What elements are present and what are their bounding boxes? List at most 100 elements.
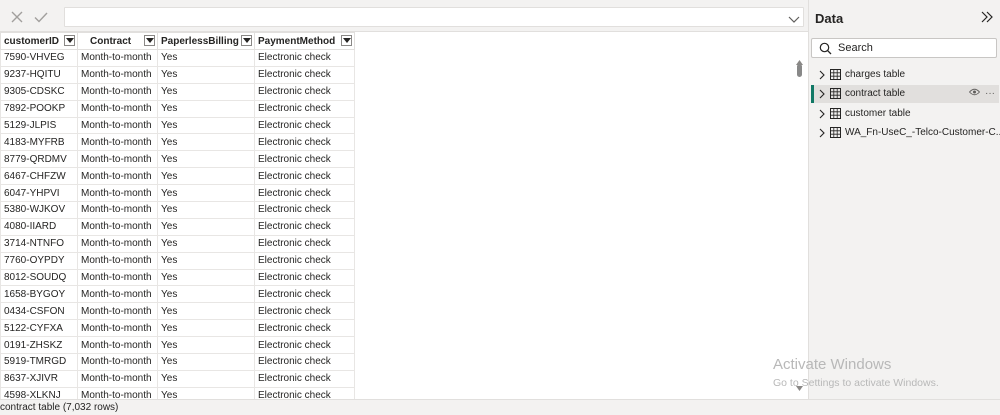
table-cell[interactable]: Yes (157, 167, 255, 186)
chevron-down-icon[interactable] (788, 11, 800, 29)
table-cell[interactable]: Yes (157, 285, 255, 304)
table-cell[interactable]: Yes (157, 49, 255, 67)
table-cell[interactable]: Electronic check (254, 150, 355, 169)
table-cell[interactable]: Electronic check (254, 251, 355, 270)
table-row[interactable]: 0191-ZHSKZ Month-to-month Yes Electronic ch… (0, 336, 355, 355)
table-cell[interactable]: Yes (157, 184, 255, 203)
table-cell[interactable]: Month-to-month (77, 201, 158, 219)
table-cell[interactable]: Yes (157, 268, 255, 287)
table-cell[interactable]: Electronic check (254, 234, 355, 253)
table-cell[interactable]: Month-to-month (77, 353, 158, 371)
filter-dropdown-icon[interactable] (241, 35, 252, 46)
table-cell[interactable]: Month-to-month (77, 234, 158, 253)
table-row[interactable]: 6047-YHPVI Month-to-month Yes Electronic ch… (0, 184, 355, 203)
table-cell[interactable]: Month-to-month (77, 99, 158, 118)
table-cell[interactable]: Month-to-month (77, 251, 158, 270)
table-cell[interactable]: Yes (157, 336, 255, 355)
table-cell[interactable]: Month-to-month (77, 116, 158, 135)
table-cell[interactable]: 5122-CYFXA (0, 319, 78, 338)
table-cell[interactable]: Month-to-month (77, 302, 158, 321)
table-cell[interactable]: Yes (157, 150, 255, 169)
table-cell[interactable]: Month-to-month (77, 167, 158, 186)
table-cell[interactable]: 4598-XLKNJ (0, 386, 78, 399)
table-row[interactable]: 9237-HQITU Month-to-month Yes Electronic ch… (0, 65, 355, 84)
table-row[interactable]: 7760-OYPDY Month-to-month Yes Electronic ch… (0, 251, 355, 270)
table-cell[interactable]: Electronic check (254, 268, 355, 287)
table-row[interactable]: 8012-SOUDQ Month-to-month Yes Electronic ch… (0, 268, 355, 287)
table-row[interactable]: 5122-CYFXA Month-to-month Yes Electronic ch… (0, 319, 355, 338)
table-row[interactable]: 7892-POOKP Month-to-month Yes Electronic ch… (0, 99, 355, 118)
table-cell[interactable]: Month-to-month (77, 268, 158, 287)
column-header-paymentmethod[interactable]: PaymentMethod (254, 32, 355, 50)
chevron-right-icon[interactable] (819, 70, 825, 83)
tree-item-customer-table[interactable]: customer table (811, 105, 999, 123)
table-cell[interactable]: 6047-YHPVI (0, 184, 78, 203)
table-cell[interactable]: 6467-CHFZW (0, 167, 78, 186)
chevron-right-icon[interactable] (819, 109, 825, 122)
tree-item-contract-table[interactable]: contract table ··· (811, 85, 999, 103)
table-cell[interactable]: Electronic check (254, 201, 355, 219)
table-cell[interactable]: Electronic check (254, 285, 355, 304)
table-cell[interactable]: 3714-NTNFO (0, 234, 78, 253)
table-cell[interactable]: Month-to-month (77, 336, 158, 355)
table-cell[interactable]: Month-to-month (77, 82, 158, 101)
table-cell[interactable]: Yes (157, 99, 255, 118)
chevron-right-icon[interactable] (819, 89, 825, 102)
table-row[interactable]: 8637-XJIVR Month-to-month Yes Electronic ch… (0, 369, 355, 388)
tree-item-telco-table[interactable]: WA_Fn-UseC_-Telco-Customer-C... (811, 124, 1000, 142)
table-row[interactable]: 5129-JLPIS Month-to-month Yes Electronic ch… (0, 116, 355, 135)
table-cell[interactable]: Yes (157, 82, 255, 101)
table-cell[interactable]: Electronic check (254, 386, 355, 399)
table-cell[interactable]: Electronic check (254, 336, 355, 355)
table-cell[interactable]: Electronic check (254, 217, 355, 236)
table-cell[interactable]: Electronic check (254, 49, 355, 67)
chevron-right-icon[interactable] (819, 128, 825, 141)
table-row[interactable]: 4080-IIARD Month-to-month Yes Electronic ch… (0, 217, 355, 236)
table-cell[interactable]: 9237-HQITU (0, 65, 78, 84)
table-cell[interactable]: Yes (157, 217, 255, 236)
table-cell[interactable]: 1658-BYGOY (0, 285, 78, 304)
table-cell[interactable]: Electronic check (254, 99, 355, 118)
vertical-scrollbar[interactable] (793, 52, 806, 396)
table-cell[interactable]: Month-to-month (77, 150, 158, 169)
table-row[interactable]: 4598-XLKNJ Month-to-month Yes Electronic ch… (0, 386, 355, 399)
table-cell[interactable]: Yes (157, 116, 255, 135)
table-cell[interactable]: Month-to-month (77, 65, 158, 84)
table-cell[interactable]: Month-to-month (77, 49, 158, 67)
table-cell[interactable]: 4080-IIARD (0, 217, 78, 236)
table-cell[interactable]: Yes (157, 353, 255, 371)
filter-dropdown-icon[interactable] (64, 35, 75, 46)
table-row[interactable]: 4183-MYFRB Month-to-month Yes Electronic ch… (0, 133, 355, 152)
visibility-eye-icon[interactable] (969, 88, 981, 99)
table-cell[interactable]: Yes (157, 234, 255, 253)
table-cell[interactable]: 5129-JLPIS (0, 116, 78, 135)
table-row[interactable]: 0434-CSFON Month-to-month Yes Electronic ch… (0, 302, 355, 321)
column-header-customerid[interactable]: customerID (0, 32, 78, 50)
table-cell[interactable]: 8012-SOUDQ (0, 268, 78, 287)
table-cell[interactable]: Yes (157, 302, 255, 321)
table-cell[interactable]: Electronic check (254, 82, 355, 101)
filter-dropdown-icon[interactable] (144, 35, 155, 46)
column-header-contract[interactable]: Contract (77, 32, 158, 50)
table-cell[interactable]: Yes (157, 319, 255, 338)
table-row[interactable]: 9305-CDSKC Month-to-month Yes Electronic ch… (0, 82, 355, 101)
table-cell[interactable]: 8779-QRDMV (0, 150, 78, 169)
table-cell[interactable]: Yes (157, 369, 255, 388)
checkmark-icon[interactable] (32, 8, 50, 26)
table-row[interactable]: 8779-QRDMV Month-to-month Yes Electronic ch… (0, 150, 355, 169)
table-cell[interactable]: 4183-MYFRB (0, 133, 78, 152)
table-cell[interactable]: 0434-CSFON (0, 302, 78, 321)
table-cell[interactable]: Electronic check (254, 133, 355, 152)
table-cell[interactable]: Yes (157, 201, 255, 219)
table-cell[interactable]: Yes (157, 386, 255, 399)
table-cell[interactable]: Yes (157, 65, 255, 84)
table-cell[interactable]: Month-to-month (77, 285, 158, 304)
search-input[interactable]: Search (811, 38, 997, 58)
table-cell[interactable]: Electronic check (254, 319, 355, 338)
table-cell[interactable]: Electronic check (254, 116, 355, 135)
table-cell[interactable]: Month-to-month (77, 133, 158, 152)
table-cell[interactable]: 5380-WJKOV (0, 201, 78, 219)
table-cell[interactable]: Electronic check (254, 353, 355, 371)
table-cell[interactable]: 5919-TMRGD (0, 353, 78, 371)
tree-item-charges-table[interactable]: charges table (811, 66, 999, 84)
